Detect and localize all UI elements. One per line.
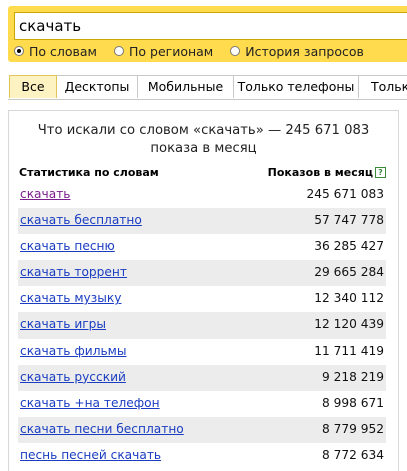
impressions-count: 57 747 778 <box>314 213 384 228</box>
phrase-link[interactable]: скачать игры <box>20 317 106 332</box>
phrase-link[interactable]: скачать +на телефон <box>20 396 160 411</box>
column-header-impressions: Показов в месяц? <box>268 166 386 179</box>
search-bar: скачать По словам По регионам История за… <box>8 6 407 62</box>
mode-by-regions[interactable]: По регионам <box>113 43 214 61</box>
table-row: скачать музыку 12 340 112 <box>18 286 386 312</box>
phrase-link[interactable]: скачать русский <box>20 370 126 385</box>
column-header-impressions-label: Показов в месяц <box>267 166 373 179</box>
impressions-count: 8 772 634 <box>321 447 384 462</box>
caption-line-1: Что искали со словом «скачать» — 245 671… <box>37 123 370 138</box>
table-row: песнь песней скачать 8 772 634 <box>18 443 386 469</box>
table-row: скачать 245 671 083 <box>18 182 386 208</box>
column-header-words: Статистика по словам <box>19 166 159 179</box>
table-row: скачать +на телефон 8 998 671 <box>18 391 386 417</box>
phrase-link[interactable]: скачать бесплатно <box>20 213 142 228</box>
caption-line-2: показа в месяц <box>150 141 257 156</box>
table-row: скачать русский 9 218 219 <box>18 364 386 391</box>
mode-by-words-label: По словам <box>29 44 97 59</box>
word-stats-panel: Что искали со словом «скачать» — 245 671… <box>8 110 399 471</box>
phrase-link[interactable]: скачать фильмы <box>20 344 127 359</box>
impressions-count: 8 779 952 <box>321 421 384 436</box>
mode-by-regions-label: По регионам <box>128 44 214 59</box>
stats-table: скачать 245 671 083 скачать бесплатно 57… <box>18 182 386 469</box>
device-tabs: Все Десктопы Мобильные Только телефоны Т… <box>8 75 407 100</box>
impressions-count: 245 671 083 <box>306 187 384 201</box>
impressions-count: 29 665 284 <box>314 265 384 280</box>
tab-phones-only[interactable]: Только телефоны <box>234 75 359 98</box>
table-row: скачать игры 12 120 439 <box>18 312 386 339</box>
phrase-link[interactable]: скачать торрент <box>20 265 127 280</box>
impressions-count: 8 998 671 <box>321 395 384 410</box>
tab-desktops[interactable]: Десктопы <box>57 75 138 98</box>
search-input[interactable]: скачать <box>14 12 407 40</box>
tab-all[interactable]: Все <box>9 75 57 98</box>
mode-by-words[interactable]: По словам <box>14 43 97 61</box>
radio-selected-icon[interactable] <box>14 46 24 56</box>
phrase-link[interactable]: песнь песней скачать <box>20 448 161 463</box>
impressions-count: 9 218 219 <box>321 369 384 384</box>
search-mode-options: По словам По регионам История запросов <box>14 43 377 61</box>
tab-mobile[interactable]: Мобильные <box>138 75 234 98</box>
table-row: скачать песню 36 285 427 <box>18 234 386 260</box>
help-icon[interactable]: ? <box>375 167 386 178</box>
phrase-link[interactable]: скачать песни бесплатно <box>20 422 184 437</box>
impressions-count: 12 340 112 <box>314 291 384 306</box>
mode-query-history-label: История запросов <box>245 44 364 59</box>
panel-caption: Что искали со словом «скачать» — 245 671… <box>9 122 398 158</box>
tab-tablets-only[interactable]: Тольк <box>359 75 407 98</box>
impressions-count: 36 285 427 <box>314 239 384 254</box>
impressions-count: 11 711 419 <box>314 343 384 358</box>
radio-icon[interactable] <box>113 46 124 56</box>
radio-icon[interactable] <box>230 46 241 56</box>
table-row: скачать торрент 29 665 284 <box>18 260 386 287</box>
table-row: скачать бесплатно 57 747 778 <box>18 208 386 235</box>
phrase-link[interactable]: скачать музыку <box>20 291 121 306</box>
mode-query-history[interactable]: История запросов <box>230 43 364 61</box>
phrase-link[interactable]: скачать песню <box>20 239 115 254</box>
table-row: скачать песни бесплатно 8 779 952 <box>18 416 386 443</box>
impressions-count: 12 120 439 <box>314 317 384 332</box>
phrase-link[interactable]: скачать <box>20 187 70 202</box>
table-row: скачать фильмы 11 711 419 <box>18 339 386 365</box>
